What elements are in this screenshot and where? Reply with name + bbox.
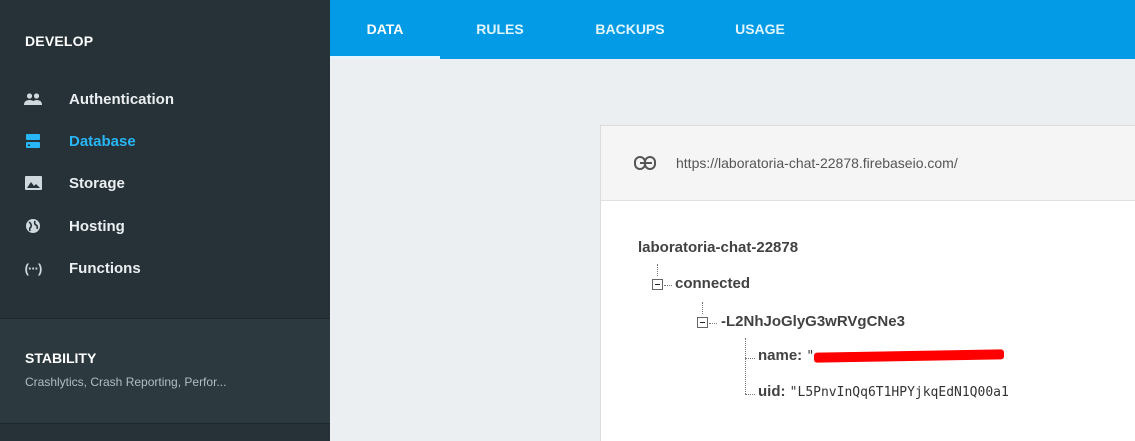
field-value: "L5PnvInQq6T1HPYjkqEdN1Q00a1 [789, 385, 1009, 400]
data-tree: laboratoria-chat-22878 connected -L2NhJo… [601, 201, 1135, 441]
collapse-toggle-connected[interactable] [652, 279, 663, 290]
tree-root-node[interactable]: laboratoria-chat-22878 [638, 239, 798, 256]
functions-icon: (···) [24, 260, 43, 276]
tree-connector [745, 394, 755, 395]
tree-connector [702, 302, 703, 314]
sidebar-item-label: Storage [69, 174, 125, 192]
tree-connector [709, 323, 717, 324]
database-icon [24, 132, 42, 150]
collapse-toggle-grandchild[interactable] [697, 317, 708, 328]
active-tab-indicator [330, 56, 440, 59]
field-value: " [806, 349, 815, 364]
tree-connector [745, 338, 746, 394]
database-card: https://laboratoria-chat-22878.firebasei… [600, 125, 1135, 441]
tree-connector [657, 264, 658, 276]
field-key: name: [758, 347, 803, 364]
field-name[interactable]: name: " [758, 347, 1005, 364]
sidebar-item-label: Authentication [69, 90, 174, 108]
sidebar-bottom-section [0, 423, 330, 441]
stability-section[interactable] [0, 318, 330, 423]
image-icon [24, 174, 42, 192]
tab-usage[interactable]: USAGE [720, 0, 800, 59]
sidebar-item-storage[interactable]: Storage [0, 165, 330, 201]
tab-rules[interactable]: RULES [460, 0, 540, 59]
sidebar-item-label: Functions [69, 259, 141, 277]
stability-subtitle: Crashlytics, Crash Reporting, Perfor... [25, 375, 227, 389]
link-icon[interactable] [634, 156, 658, 170]
redaction-mark [814, 349, 1005, 363]
sidebar: DEVELOP Authentication Database Storage … [0, 0, 330, 441]
field-key: uid: [758, 383, 786, 400]
sidebar-section-title: DEVELOP [25, 33, 94, 49]
tree-node-grandchild[interactable]: -L2NhJoGlyG3wRVgCNe3 [721, 313, 905, 330]
sidebar-item-database[interactable]: Database [0, 123, 330, 159]
people-icon [24, 90, 42, 108]
sidebar-item-label: Database [69, 132, 136, 150]
globe-icon [24, 217, 42, 235]
sidebar-item-authentication[interactable]: Authentication [0, 81, 330, 117]
tree-connector [745, 358, 755, 359]
tab-backups[interactable]: BACKUPS [575, 0, 685, 59]
database-url-bar: https://laboratoria-chat-22878.firebasei… [601, 126, 1135, 201]
tree-node-connected[interactable]: connected [675, 275, 750, 292]
sidebar-item-label: Hosting [69, 217, 125, 235]
tab-data[interactable]: DATA [330, 0, 440, 59]
stability-title: STABILITY [25, 350, 97, 366]
field-uid[interactable]: uid: "L5PnvInQq6T1HPYjkqEdN1Q00a1 [758, 383, 1009, 400]
sidebar-item-hosting[interactable]: Hosting [0, 208, 330, 244]
tree-connector [664, 285, 672, 286]
database-url[interactable]: https://laboratoria-chat-22878.firebasei… [676, 155, 958, 171]
sidebar-item-functions[interactable]: (···) Functions [0, 250, 330, 286]
